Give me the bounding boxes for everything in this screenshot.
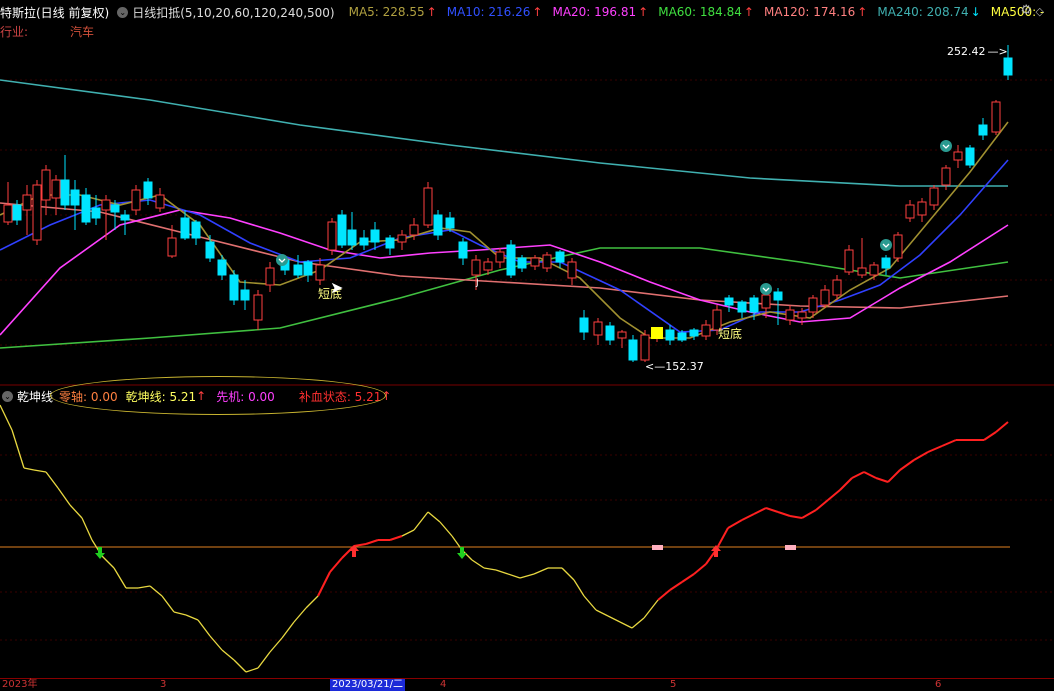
candle — [155, 188, 165, 212]
candle — [628, 335, 638, 362]
signal-badge-icon — [880, 239, 892, 251]
candle — [131, 185, 141, 215]
j-marker: J — [475, 278, 479, 288]
candle — [433, 210, 443, 240]
candle — [857, 238, 867, 278]
date-axis-label: 4 — [440, 679, 447, 690]
candle — [293, 255, 303, 278]
ma-line — [0, 209, 1009, 336]
candle — [397, 230, 407, 250]
candle — [458, 238, 468, 265]
candle — [773, 288, 783, 325]
candle — [265, 262, 275, 292]
candle — [506, 240, 516, 278]
candle — [60, 155, 70, 210]
candle — [579, 310, 589, 340]
candle — [953, 145, 963, 168]
candle — [905, 200, 915, 222]
candle — [640, 330, 650, 362]
candle — [665, 325, 675, 345]
candle — [978, 118, 988, 140]
candle — [869, 262, 879, 280]
candle — [542, 252, 552, 272]
down-arrow-icon — [457, 547, 467, 559]
candle — [217, 255, 227, 280]
candle — [567, 258, 577, 285]
zero-axis-marker — [785, 545, 796, 550]
candle — [893, 232, 903, 262]
candle — [605, 322, 615, 345]
low-price-label: <—152.37 — [645, 360, 704, 373]
candle — [303, 260, 313, 282]
candle — [991, 100, 1001, 135]
candle — [917, 198, 927, 222]
date-axis-label[interactable]: 2023/03/21/二 — [330, 679, 406, 691]
signal-badge-icon — [940, 140, 952, 152]
candle — [593, 318, 603, 345]
signal-badge-icon — [276, 254, 288, 266]
candle — [337, 210, 347, 248]
candle — [701, 320, 711, 340]
candle — [617, 330, 627, 348]
candle — [929, 185, 939, 210]
candle — [423, 182, 433, 228]
date-axis-label: 2023年 — [2, 679, 38, 690]
candle — [347, 212, 357, 250]
candle — [191, 220, 201, 245]
candle — [495, 248, 505, 268]
ma-line — [0, 247, 1009, 349]
highlight-ellipse — [50, 376, 386, 415]
zero-axis-marker — [652, 545, 663, 550]
candle — [22, 185, 32, 235]
candle — [327, 218, 337, 255]
ma-line — [0, 121, 1009, 339]
candle — [32, 180, 42, 245]
candle — [965, 145, 975, 168]
signal-badge-icon — [760, 283, 772, 295]
candle — [555, 250, 565, 268]
candle — [240, 280, 250, 310]
candle — [737, 300, 747, 318]
date-axis-label: 5 — [670, 679, 677, 690]
candle — [820, 285, 830, 308]
candle — [180, 210, 190, 240]
candle — [370, 222, 380, 250]
candle — [70, 180, 80, 230]
indicator-name[interactable]: 乾坤线 — [17, 388, 53, 405]
high-price-label: 252.42 —> — [947, 45, 1008, 58]
yellow-marker — [651, 327, 663, 339]
candle — [315, 258, 325, 285]
candle — [844, 245, 854, 275]
ma-line — [0, 79, 1008, 187]
candle — [229, 270, 239, 305]
candle — [385, 235, 395, 255]
indicator-menu-icon[interactable]: ⌄ — [2, 390, 13, 402]
date-axis-label: 3 — [160, 679, 167, 690]
mouse-cursor-icon: ➤ — [330, 278, 344, 297]
candle — [785, 305, 795, 325]
candle — [359, 230, 369, 250]
candle — [253, 290, 263, 330]
candle — [81, 188, 91, 225]
date-axis-label: 6 — [935, 679, 942, 690]
candle — [517, 255, 527, 272]
candle — [724, 295, 734, 312]
kline-chart[interactable]: J — [0, 0, 1054, 690]
date-axis: 2023年 3 2023/03/21/二 4 5 6 — [0, 678, 1054, 691]
short-bottom-label-2: 短底 — [718, 327, 743, 341]
